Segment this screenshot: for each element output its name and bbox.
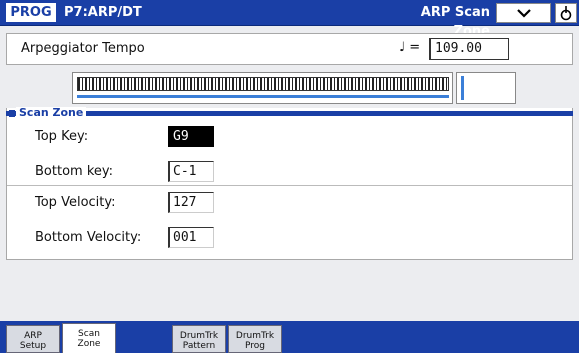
section-header-marker bbox=[9, 110, 15, 117]
top-key-label: Top Key: bbox=[35, 129, 89, 144]
top-velocity-field[interactable]: 127 bbox=[168, 192, 214, 213]
key-range-bar bbox=[77, 95, 449, 98]
top-velocity-label: Top Velocity: bbox=[35, 195, 116, 210]
bottom-velocity-label: Bottom Velocity: bbox=[35, 230, 142, 245]
section-divider bbox=[7, 185, 572, 186]
page-title: ARP Scan Zone bbox=[420, 5, 490, 39]
tempo-label: Arpeggiator Tempo bbox=[21, 41, 145, 56]
scan-zone-section: Top Key: G9 Bottom key: C-1 Top Velocity… bbox=[6, 108, 573, 260]
tab-drumtrk-pattern[interactable]: DrumTrk Pattern bbox=[172, 325, 226, 353]
tab-label-line1: DrumTrk bbox=[179, 331, 219, 341]
velocity-display[interactable] bbox=[456, 72, 516, 104]
tab-label-line1: ARP bbox=[24, 331, 42, 341]
tempo-field[interactable]: 109.00 bbox=[429, 38, 509, 60]
page-label: P7:ARP/DT bbox=[64, 5, 142, 20]
tab-scan-zone[interactable]: Scan Zone bbox=[62, 323, 116, 353]
tab-label-line1: DrumTrk bbox=[235, 331, 275, 341]
tab-label-line2: Zone bbox=[77, 339, 101, 349]
lock-icon bbox=[560, 6, 572, 21]
tab-bar: ARP Setup Scan Zone DrumTrk Pattern Drum… bbox=[0, 321, 579, 353]
section-title: Scan Zone bbox=[16, 107, 87, 119]
tab-label-line2: Prog bbox=[245, 341, 265, 351]
velocity-range-bar bbox=[461, 76, 464, 100]
mode-label: PROG bbox=[6, 3, 56, 22]
tempo-panel: Arpeggiator Tempo ♩ = 109.00 bbox=[6, 33, 573, 65]
section-header-line bbox=[6, 111, 573, 116]
page-menu-button[interactable] bbox=[496, 3, 551, 23]
keyboard-keys bbox=[77, 77, 449, 91]
keyboard-display[interactable] bbox=[72, 72, 453, 104]
quarter-note-icon: ♩ = bbox=[399, 40, 421, 55]
top-key-field[interactable]: G9 bbox=[168, 126, 214, 147]
bottom-key-field[interactable]: C-1 bbox=[168, 161, 214, 182]
tab-label-line1: Scan bbox=[78, 329, 100, 339]
bottom-velocity-field[interactable]: 001 bbox=[168, 227, 214, 248]
tab-label-line2: Setup bbox=[19, 341, 47, 351]
lock-button[interactable] bbox=[555, 3, 577, 23]
tab-drumtrk-prog[interactable]: DrumTrk Prog bbox=[228, 325, 282, 353]
scan-zone-header: Scan Zone bbox=[6, 107, 573, 119]
header-bar: PROG P7:ARP/DT ARP Scan Zone bbox=[0, 0, 579, 39]
chevron-down-icon bbox=[516, 9, 531, 18]
bottom-key-label: Bottom key: bbox=[35, 164, 114, 179]
tab-arp-setup[interactable]: ARP Setup bbox=[6, 325, 60, 353]
tab-label-line2: Pattern bbox=[182, 341, 216, 351]
